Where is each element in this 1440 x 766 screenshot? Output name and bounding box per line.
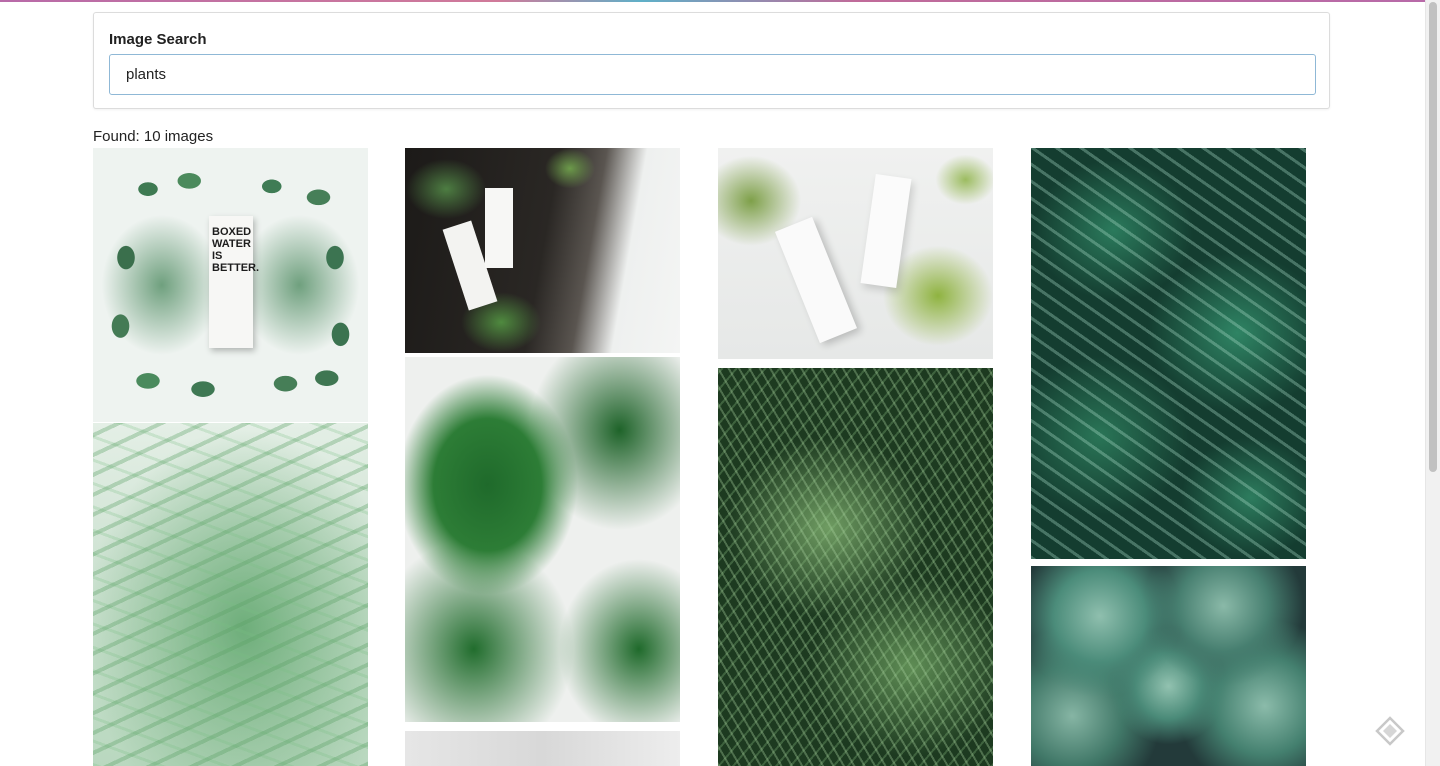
image-result-calathea-leaves[interactable] [1031,148,1306,559]
image-result-palm-blur[interactable] [93,423,368,766]
search-card: Image Search [93,12,1330,109]
scrollbar-thumb[interactable] [1429,2,1437,472]
results-count: Found: 10 images [93,128,214,145]
carton [485,188,513,268]
image-result-boxed-water-leaves[interactable]: BOXED WATER IS BETTER. [93,148,368,422]
image-result-boxed-water-soil[interactable] [405,148,680,353]
carton: BOXED WATER IS BETTER. [209,216,259,348]
search-label: Image Search [109,31,207,48]
carton [860,174,912,288]
image-result-monstera-leaves[interactable] [405,357,680,722]
image-result-succulents[interactable] [1031,566,1306,766]
brand-logo-icon[interactable] [1375,716,1405,746]
image-result-pale-photo[interactable] [405,731,680,766]
page-scrollbar[interactable] [1425,0,1440,766]
search-input[interactable] [109,54,1316,95]
top-accent-bar [0,0,1425,2]
image-result-boxed-water-fern[interactable] [718,148,993,359]
image-result-palm-fronds[interactable] [718,368,993,766]
carton [774,216,858,344]
